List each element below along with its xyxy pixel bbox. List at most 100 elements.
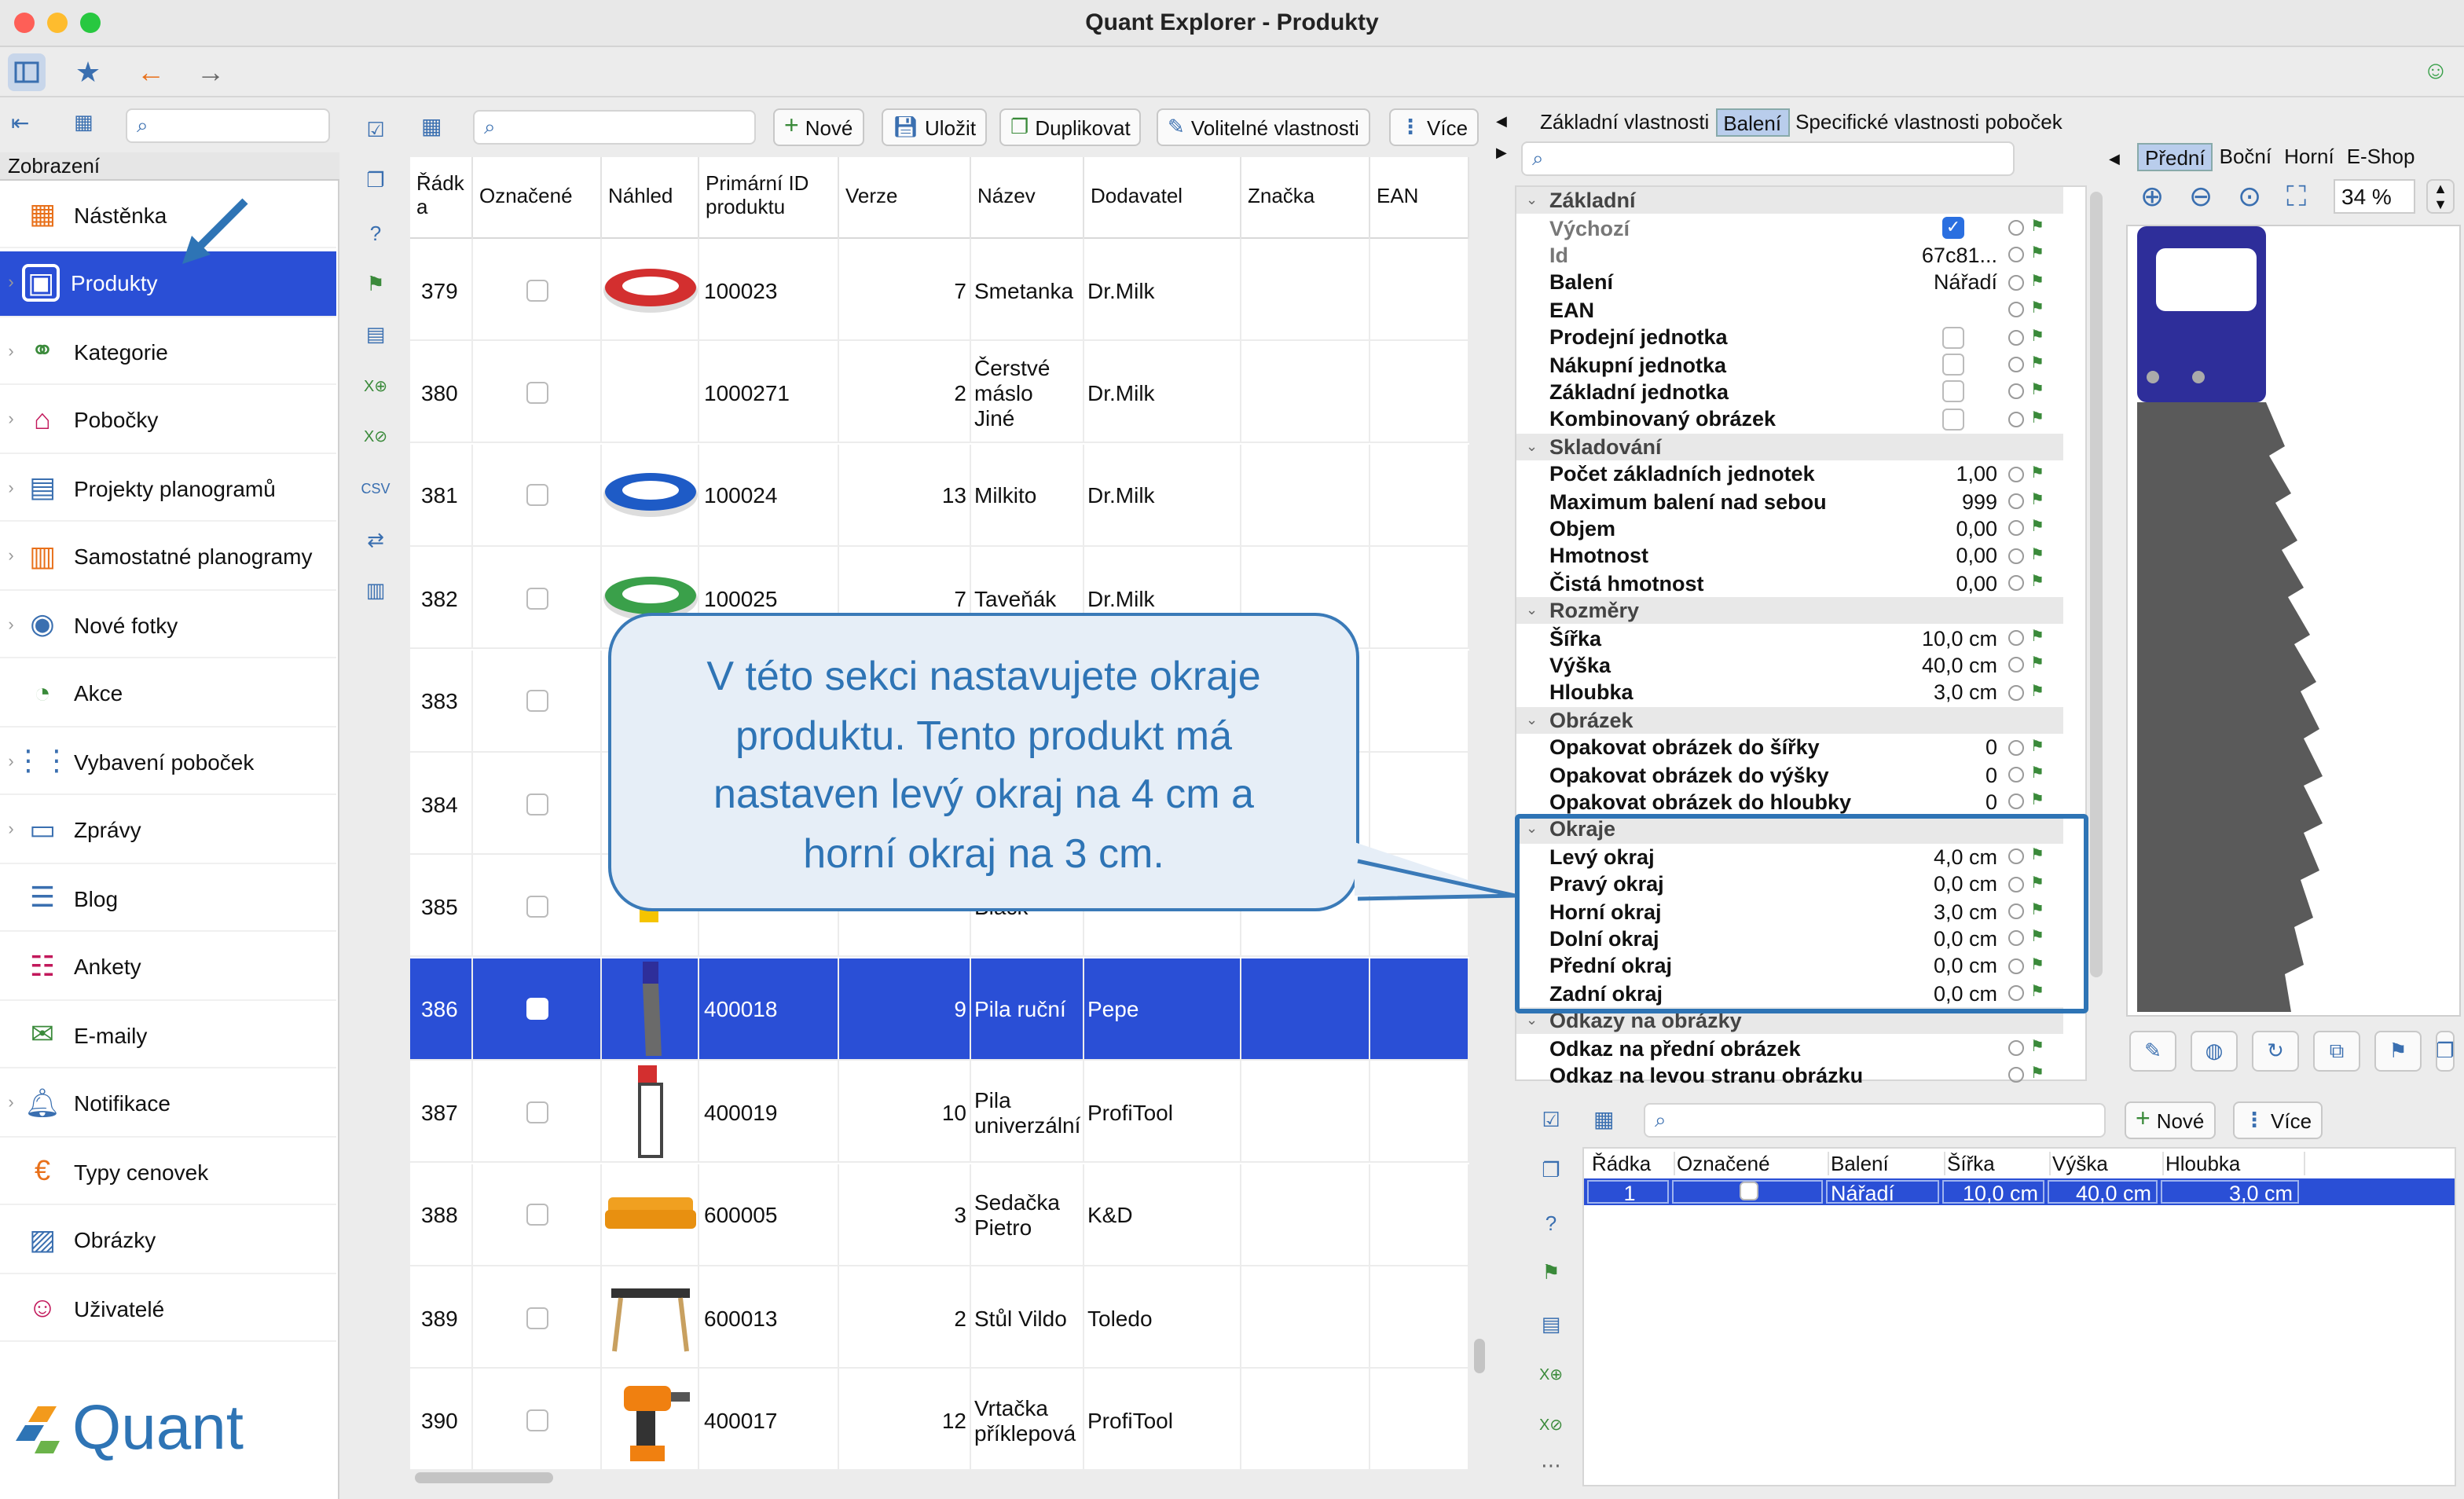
- flag-icon[interactable]: ⚑: [2030, 629, 2049, 647]
- row-checkbox-cell[interactable]: [473, 753, 602, 855]
- sidebar-item-categories[interactable]: › ⚭ Kategorie: [0, 319, 336, 385]
- property-value[interactable]: 0,00: [1956, 544, 1997, 568]
- property-row[interactable]: Maximum balení nad sebou 999 ⚑: [1516, 488, 2063, 515]
- property-value[interactable]: 999: [1962, 489, 1997, 513]
- packaging-new-button[interactable]: + Nové: [2125, 1101, 2216, 1139]
- property-row[interactable]: Nákupní jednotka ⚑: [1516, 351, 2063, 379]
- reset-icon[interactable]: [2008, 220, 2024, 236]
- flag-icon[interactable]: ⚑: [2030, 410, 2049, 429]
- table-row[interactable]: 386 400018 9 Pila ruční Pepe: [410, 958, 1469, 1061]
- packaging-checkbox[interactable]: [1740, 1182, 1758, 1200]
- flag-icon[interactable]: ⚑: [2030, 464, 2049, 483]
- optional-properties-button[interactable]: ✎ Volitelné vlastnosti: [1157, 108, 1370, 146]
- select-all-icon[interactable]: ☑: [360, 115, 391, 146]
- flag-icon[interactable]: ⚑: [2030, 383, 2049, 401]
- reset-icon[interactable]: [2008, 657, 2024, 673]
- sidebar-item-email[interactable]: ✉ E-maily: [0, 1002, 336, 1068]
- excel-import-icon[interactable]: X⊕: [360, 371, 391, 402]
- row-checkbox-cell[interactable]: [473, 1266, 602, 1369]
- column-header-6[interactable]: Dodavatel: [1084, 157, 1241, 239]
- chevron-right-icon[interactable]: ›: [0, 273, 22, 292]
- table-row[interactable]: 387 400019 10 Pila univerzální ProfiTool: [410, 1061, 1469, 1164]
- sidebar-item-branches[interactable]: › ⌂ Pobočky: [0, 387, 336, 453]
- column-header-8[interactable]: EAN: [1370, 157, 1469, 239]
- property-value[interactable]: Nářadí: [1934, 271, 1997, 295]
- flag-icon[interactable]: ⚑: [2030, 656, 2049, 675]
- reset-icon[interactable]: [2008, 493, 2024, 510]
- vertical-scrollbar[interactable]: [1474, 1339, 1485, 1373]
- row-checkbox-cell[interactable]: [473, 958, 602, 1061]
- chevron-down-icon[interactable]: ⌄: [1526, 438, 1538, 456]
- sync-icon[interactable]: ⇄: [360, 525, 391, 556]
- chevron-right-icon[interactable]: ›: [0, 342, 22, 361]
- packaging-row[interactable]: 1 Nářadí 10,0 cm 40,0 cm 3,0 cm: [1584, 1178, 2455, 1205]
- flag-icon[interactable]: ⚑: [2030, 301, 2049, 320]
- sidebar-item-blog[interactable]: ☰ Blog: [0, 866, 336, 932]
- sidebar-item-promotions[interactable]: ◔ Akce: [0, 661, 336, 727]
- reset-icon[interactable]: [2008, 466, 2024, 482]
- flag-icon[interactable]: ⚑: [2030, 765, 2049, 784]
- packaging-more-button[interactable]: ⋮ Více: [2233, 1101, 2323, 1139]
- property-value[interactable]: 67c81...: [1922, 244, 1997, 267]
- report-icon[interactable]: ▤: [360, 319, 391, 350]
- row-checkbox[interactable]: [526, 1307, 548, 1329]
- packaging-column-header[interactable]: Řádka: [1590, 1152, 1675, 1175]
- flag-icon[interactable]: ⚑: [1535, 1257, 1567, 1288]
- reset-icon[interactable]: [2008, 793, 2024, 810]
- property-category[interactable]: ⌄ Obrázek: [1516, 706, 2063, 734]
- flag-icon[interactable]: ⚑: [2030, 547, 2049, 566]
- packaging-column-header[interactable]: Hloubka: [2164, 1152, 2305, 1175]
- reset-icon[interactable]: [2008, 274, 2024, 291]
- property-row[interactable]: Výška 40,0 cm ⚑: [1516, 652, 2063, 680]
- collapse-left-icon[interactable]: ◀: [1496, 113, 1507, 130]
- packaging-checkbox-cell[interactable]: [1672, 1180, 1823, 1204]
- zoom-stepper[interactable]: ▲ ▼: [2426, 179, 2455, 214]
- reset-icon[interactable]: [2008, 411, 2024, 427]
- flag-icon[interactable]: ⚑: [2030, 684, 2049, 702]
- back-arrow-icon[interactable]: ←: [132, 53, 170, 91]
- sidebar-search-input[interactable]: ⌕: [126, 108, 330, 143]
- preview-tab-eshop[interactable]: E-Shop: [2341, 143, 2422, 171]
- column-header-4[interactable]: Verze: [839, 157, 971, 239]
- property-value[interactable]: 0: [1986, 763, 1997, 786]
- chevron-right-icon[interactable]: ›: [0, 615, 22, 634]
- row-checkbox-cell[interactable]: [473, 547, 602, 650]
- row-checkbox-cell[interactable]: [473, 1369, 602, 1471]
- reset-icon[interactable]: [2008, 302, 2024, 318]
- table-row[interactable]: 380 1000271 2 Čerstvé máslo Jiné Dr.Milk: [410, 341, 1469, 444]
- refresh-button[interactable]: ↻: [2252, 1031, 2299, 1072]
- property-row[interactable]: Opakovat obrázek do šířky 0 ⚑: [1516, 734, 2063, 761]
- flag-icon[interactable]: ⚑: [2030, 519, 2049, 538]
- property-category[interactable]: ⌄ Rozměry: [1516, 597, 2063, 625]
- column-header-0[interactable]: Řádk a: [410, 157, 473, 239]
- property-category[interactable]: ⌄ Skladování: [1516, 433, 2063, 460]
- table-row[interactable]: 389 600013 2 Stůl Vildo Toledo: [410, 1266, 1469, 1369]
- sidebar-item-images[interactable]: ▨ Obrázky: [0, 1208, 336, 1274]
- table-row[interactable]: 381 100024 13 Milkito Dr.Milk: [410, 444, 1469, 547]
- more-dots-icon[interactable]: ⋯: [1535, 1450, 1567, 1482]
- preview-tab-front[interactable]: Přední: [2137, 143, 2213, 171]
- row-checkbox[interactable]: [526, 1409, 548, 1431]
- row-checkbox-cell[interactable]: [473, 444, 602, 547]
- chevron-down-icon[interactable]: ⌄: [1526, 192, 1538, 209]
- property-row[interactable]: Balení Nářadí ⚑: [1516, 269, 2063, 296]
- flag-icon[interactable]: ⚑: [360, 269, 391, 300]
- property-category[interactable]: ⌄ Základní: [1516, 187, 2063, 214]
- row-checkbox[interactable]: [526, 1204, 548, 1226]
- property-row[interactable]: Základní jednotka ⚑: [1516, 379, 2063, 406]
- property-value[interactable]: 0: [1986, 735, 1997, 759]
- reset-icon[interactable]: [2008, 247, 2024, 263]
- row-checkbox[interactable]: [526, 484, 548, 507]
- packaging-column-header[interactable]: Balení: [1829, 1152, 1945, 1175]
- table-row[interactable]: 379 100023 7 Smetanka Dr.Milk: [410, 239, 1469, 341]
- help-icon[interactable]: ?: [360, 217, 391, 248]
- preview-collapse-icon[interactable]: ◀: [2109, 151, 2120, 168]
- flag-icon[interactable]: ⚑: [2030, 574, 2049, 593]
- flag-icon[interactable]: ⚑: [2030, 1066, 2049, 1085]
- chevron-right-icon[interactable]: ›: [0, 820, 22, 839]
- reset-icon[interactable]: [2008, 548, 2024, 564]
- copy-button[interactable]: ❐: [2436, 1031, 2455, 1072]
- row-checkbox-cell[interactable]: [473, 239, 602, 341]
- tab-basic-properties[interactable]: Základní vlastnosti: [1534, 108, 1715, 137]
- collapse-right-icon[interactable]: ▶: [1496, 145, 1507, 162]
